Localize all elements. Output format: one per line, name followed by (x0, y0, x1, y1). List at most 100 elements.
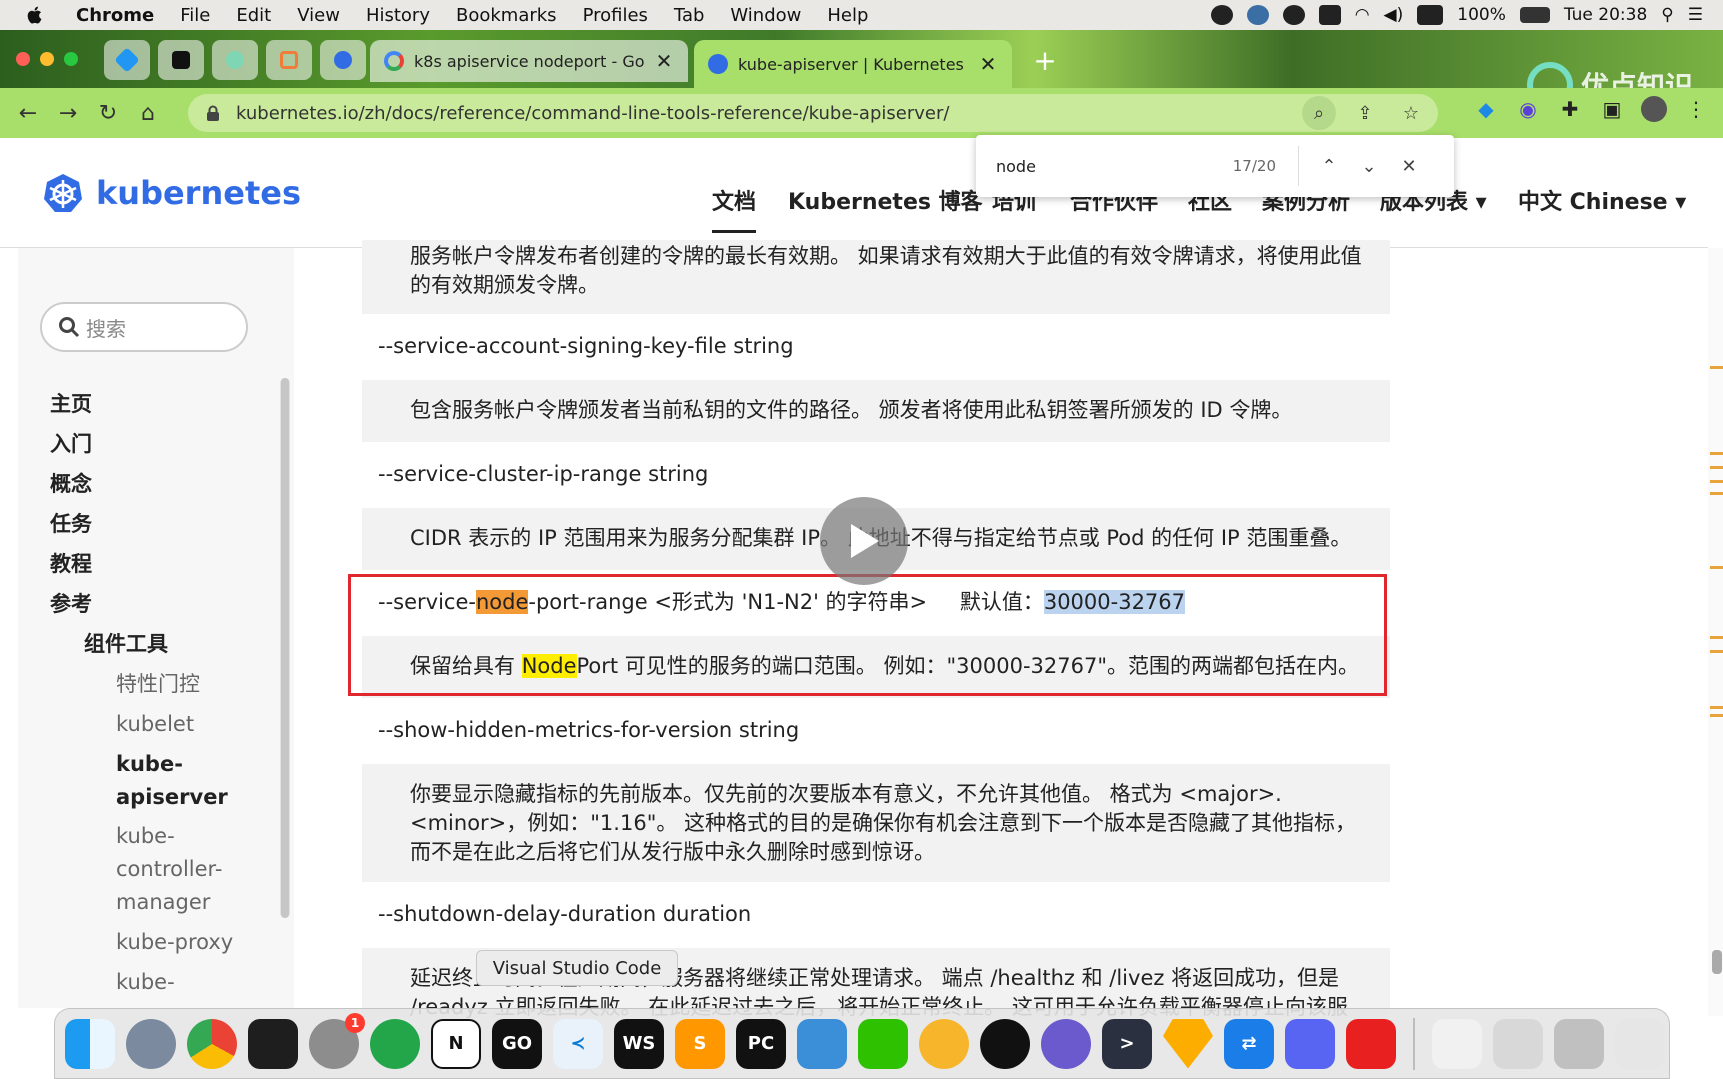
teamviewer-icon[interactable]: ⇄ (1224, 1018, 1274, 1069)
printer-icon[interactable] (1554, 1018, 1604, 1069)
tab-kube-apiserver[interactable]: kube-apiserver | Kubernetes ✕ (694, 40, 1012, 88)
video-play-button[interactable] (820, 497, 908, 585)
sidebar-item-tutorials[interactable]: 教程 (50, 548, 92, 578)
sidebar-item-tasks[interactable]: 任务 (50, 508, 92, 538)
kubernetes-logo[interactable]: kubernetes (42, 172, 301, 214)
sidebar-item-home[interactable]: 主页 (50, 388, 92, 418)
menu-file[interactable]: File (180, 5, 210, 26)
back-button[interactable]: ← (8, 101, 48, 126)
find-in-page-icon[interactable]: ⌕ (1302, 96, 1336, 130)
menu-edit[interactable]: Edit (236, 5, 271, 26)
evernote-icon[interactable] (370, 1018, 420, 1069)
wifi-icon[interactable]: ◠ (1355, 5, 1370, 25)
imovie-icon[interactable] (1041, 1018, 1091, 1069)
pinned-tab-5[interactable] (320, 40, 366, 80)
find-input[interactable]: node (996, 157, 1216, 176)
finder-icon[interactable] (65, 1018, 115, 1069)
close-window-button[interactable] (16, 52, 30, 66)
swift-playgrounds-icon[interactable] (1432, 1018, 1482, 1069)
minimize-window-button[interactable] (40, 52, 54, 66)
pinned-tab-3[interactable] (212, 40, 258, 80)
sidebar-item-kube-controller-manager[interactable]: kube-controller-manager (116, 820, 226, 919)
sketch-icon[interactable] (1163, 1018, 1213, 1069)
terminal-2-icon[interactable]: > (1102, 1018, 1152, 1069)
sublime-icon[interactable]: S (675, 1018, 725, 1069)
more-menu-icon[interactable]: ⋮ (1683, 96, 1709, 122)
new-tab-button[interactable]: + (1030, 46, 1060, 76)
discord-icon[interactable] (1285, 1018, 1335, 1069)
close-tab-icon[interactable]: ✕ (654, 49, 674, 73)
maximize-window-button[interactable] (64, 52, 78, 66)
nav-docs[interactable]: 文档 (712, 184, 757, 233)
sidebar-item-kubelet[interactable]: kubelet (116, 708, 256, 741)
pinned-tab-2[interactable] (158, 40, 204, 80)
find-close-button[interactable]: ✕ (1389, 156, 1429, 177)
profile-avatar[interactable] (1641, 96, 1667, 122)
menu-help[interactable]: Help (827, 5, 868, 26)
obs-icon[interactable] (980, 1018, 1030, 1069)
extensions-puzzle-icon[interactable]: ✚ (1557, 96, 1583, 122)
sidebar-item-concepts[interactable]: 概念 (50, 468, 92, 498)
input-method-icon[interactable] (1417, 5, 1444, 25)
menu-view[interactable]: View (297, 5, 340, 26)
launchpad-icon[interactable] (126, 1018, 176, 1069)
volume-icon[interactable]: ◀) (1384, 5, 1404, 25)
battery-icon[interactable] (1519, 7, 1550, 23)
nav-language[interactable]: 中文 Chinese ▾ (1518, 184, 1686, 216)
chrome-icon[interactable] (187, 1018, 237, 1069)
vscode-icon[interactable]: ≺ (553, 1018, 603, 1069)
obs-tray-icon[interactable] (1210, 5, 1233, 25)
trash-icon[interactable] (1615, 1018, 1665, 1069)
apple-icon[interactable] (24, 4, 46, 26)
sidebar-item-feature-gates[interactable]: 特性门控 (116, 668, 256, 701)
pycharm-icon[interactable]: PC (736, 1018, 786, 1069)
sidebar-item-kube-proxy[interactable]: kube-proxy (116, 926, 256, 959)
menu-clock[interactable]: Tue 20:38 (1564, 5, 1647, 25)
goland-icon[interactable]: GO (492, 1018, 542, 1069)
sidebar-item-kube-apiserver[interactable]: kube-apiserver (116, 748, 228, 814)
bookmark-star-icon[interactable]: ☆ (1394, 96, 1428, 130)
menu-chrome[interactable]: Chrome (76, 5, 154, 26)
sidebar-search-input[interactable]: 搜索 (40, 302, 248, 352)
menu-history[interactable]: History (366, 5, 430, 26)
spotlight-icon[interactable]: ⚲ (1661, 5, 1673, 25)
screenshot-icon[interactable] (797, 1018, 847, 1069)
menu-tab[interactable]: Tab (674, 5, 704, 26)
terminal-icon[interactable] (248, 1018, 298, 1069)
gem-extension-icon[interactable]: ◆ (1473, 96, 1499, 122)
find-next-button[interactable]: ⌄ (1349, 156, 1389, 177)
app-red-icon[interactable] (1346, 1018, 1396, 1069)
share-icon[interactable]: ⇪ (1348, 96, 1382, 130)
webstorm-icon[interactable]: WS (614, 1018, 664, 1069)
nav-blog[interactable]: Kubernetes 博客 (788, 184, 983, 216)
home-button[interactable]: ⌂ (128, 101, 168, 126)
app-icon[interactable] (919, 1018, 969, 1069)
qq-tray-icon[interactable] (1282, 5, 1305, 25)
pinned-tab-4[interactable] (266, 40, 312, 80)
sidepanel-icon[interactable]: ▣ (1599, 96, 1625, 122)
page-scroll-thumb[interactable] (1712, 950, 1722, 974)
vpn-tray-icon[interactable] (1246, 5, 1269, 25)
system-preferences-icon[interactable]: 1 (309, 1012, 365, 1069)
address-bar[interactable]: kubernetes.io/zh/docs/reference/command-… (188, 94, 1438, 132)
reload-button[interactable]: ↻ (88, 101, 128, 126)
forward-button[interactable]: → (48, 101, 88, 126)
keyboard-tray-icon[interactable] (1318, 5, 1341, 25)
page-scrollbar[interactable] (1708, 248, 1723, 1016)
menu-profiles[interactable]: Profiles (583, 5, 648, 26)
notion-icon[interactable]: N (431, 1018, 481, 1069)
sidebar-item-getting-started[interactable]: 入门 (50, 428, 92, 458)
sidebar-item-kube-scheduler[interactable]: kube- (116, 966, 256, 999)
pinned-tab-1[interactable] (104, 40, 150, 80)
find-previous-button[interactable]: ⌃ (1309, 156, 1349, 177)
control-center-icon[interactable]: ☰ (1688, 5, 1703, 25)
close-tab-icon[interactable]: ✕ (978, 52, 998, 76)
menu-bookmarks[interactable]: Bookmarks (456, 5, 557, 26)
wechat-icon[interactable] (858, 1018, 908, 1069)
sidebar-scroll-thumb[interactable] (281, 378, 289, 918)
sidebar-item-component-tools[interactable]: 组件工具 (84, 628, 168, 658)
sidebar-item-reference[interactable]: 参考 (50, 588, 92, 618)
files-icon[interactable] (1493, 1018, 1543, 1069)
tab-google-search[interactable]: k8s apiservice nodeport - Goo ✕ (370, 40, 688, 82)
extension-circle-icon[interactable]: ◉ (1515, 96, 1541, 122)
